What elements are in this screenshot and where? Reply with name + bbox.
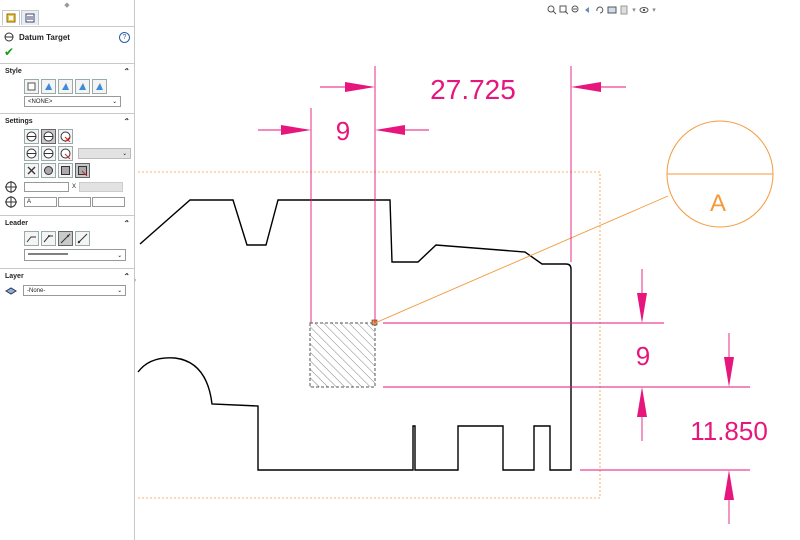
panel-title: Datum Target [19,32,70,42]
panel-title-bar: Datum Target ? [0,29,134,45]
target-point-icon[interactable] [24,163,39,178]
dimension-27-725[interactable]: 27.725 [320,66,626,323]
datum-leader-line[interactable] [374,195,669,324]
add-style-icon[interactable] [41,78,56,94]
load-style-icon[interactable] [92,78,107,94]
target-shape-row [0,128,134,145]
leader-bent-icon[interactable] [24,231,39,246]
property-manager-icon [6,13,16,23]
hide-show-items-icon[interactable] [639,5,649,15]
dimension-27-725-text: 27.725 [430,74,516,105]
collapse-caret-icon[interactable]: ⌃ [122,117,129,126]
leader-section: Leader ⌃ ⌄ [0,215,134,261]
chevron-down-icon: ⌄ [116,288,122,294]
style-select[interactable]: <NONE> ⌄ [24,96,121,107]
tab-feature-tree[interactable] [21,10,39,25]
dimension-9-horizontal-text: 9 [336,116,350,146]
target-diameter-icon [5,180,17,193]
target-width-field[interactable] [24,181,69,192]
panel-collapse-arrow-icon[interactable]: › [134,277,142,289]
no-target-symbol-icon[interactable] [58,129,73,144]
target-symbol-outside-icon[interactable] [41,129,56,144]
dimension-11-850[interactable]: 11.850 [580,333,768,524]
datum-target-area[interactable] [309,322,376,388]
datum-reference-icon [5,195,17,208]
dimension-9-horizontal[interactable]: 9 [258,108,429,323]
layer-section: Layer ⌃ -None- ⌄ [0,268,134,298]
chevron-down-icon[interactable]: ▾ [631,5,637,15]
rotate-view-icon[interactable] [595,5,605,15]
datum-target-icon [4,32,14,42]
style-section-header[interactable]: Style ⌃ [0,64,134,78]
tab-property-manager[interactable] [2,10,20,25]
line-style-preview-icon [28,253,68,255]
x-label: X [72,183,77,190]
target-area-row [0,162,134,179]
leader-straight-bent-icon[interactable] [41,231,56,246]
style-section: Style ⌃ <NONE> ⌄ [0,63,134,107]
zoom-to-fit-icon[interactable] [547,5,557,15]
target-circular-area-icon[interactable] [41,163,56,178]
feature-tree-icon [25,13,35,23]
heads-up-view-toolbar: ▾ ▾ [547,3,659,17]
layer-select[interactable]: -None- ⌄ [23,285,126,296]
leader-style-row [0,230,134,247]
ok-check-icon[interactable]: ✔ [4,45,134,59]
leader-line-style-select[interactable]: ⌄ [24,249,126,261]
target-no-area-icon[interactable] [75,163,90,178]
settings-section: Settings ⌃ ⌄ X A [0,113,134,209]
style-buttons-row [0,78,134,94]
zoom-to-area-icon[interactable] [559,5,569,15]
leader-section-header[interactable]: Leader ⌃ [0,216,134,230]
zoom-in-out-icon[interactable] [571,5,581,15]
chevron-down-icon[interactable]: ▾ [651,5,657,15]
datum-reference-row: A [0,194,134,209]
target-symbol-row: ⌄ [0,145,134,162]
dimension-9-vertical-text: 9 [636,341,650,371]
layer-section-header[interactable]: Layer ⌃ [0,269,134,283]
previous-view-icon[interactable] [583,5,593,15]
datum-reference-field-3[interactable] [92,196,125,207]
settings-section-header[interactable]: Settings ⌃ [0,114,134,128]
layer-row: -None- ⌄ [0,283,134,298]
target-rectangular-area-icon[interactable] [58,163,73,178]
no-size-icon[interactable] [58,146,73,161]
chevron-down-icon: ⌄ [111,99,117,105]
display-style-icon[interactable] [619,5,629,15]
datum-reference-field-1[interactable]: A [24,196,57,207]
size-inside-icon[interactable] [24,146,39,161]
target-symbol-icon[interactable] [24,129,39,144]
chevron-down-icon: ⌄ [121,151,127,157]
collapse-caret-icon[interactable]: ⌃ [122,272,129,281]
section-view-icon[interactable] [607,5,617,15]
help-icon[interactable]: ? [119,31,130,43]
symbol-select[interactable]: ⌄ [78,148,131,159]
size-outside-icon[interactable] [41,146,56,161]
manager-tabs [0,10,134,27]
collapse-caret-icon[interactable]: ⌃ [122,219,129,228]
update-style-icon[interactable] [58,78,73,94]
chevron-down-icon: ⌄ [116,252,122,259]
save-style-icon[interactable] [75,78,90,94]
panel-grip-icon[interactable]: ◆ [0,0,134,10]
target-size-row: X [0,179,134,194]
collapse-caret-icon[interactable]: ⌃ [122,67,129,76]
datum-label: A [710,190,726,217]
dimension-11-850-text: 11.850 [690,416,768,446]
target-height-field[interactable] [79,181,124,192]
property-manager: ◆ Datum Target ? ✔ Style ⌃ <NONE> ⌄ Settin… [0,0,135,540]
layer-icon [5,286,17,295]
datum-reference-field-2[interactable] [58,196,91,207]
leader-arrow-icon[interactable] [75,231,90,246]
apply-default-style-icon[interactable] [24,78,39,94]
leader-straight-icon[interactable] [58,231,73,246]
